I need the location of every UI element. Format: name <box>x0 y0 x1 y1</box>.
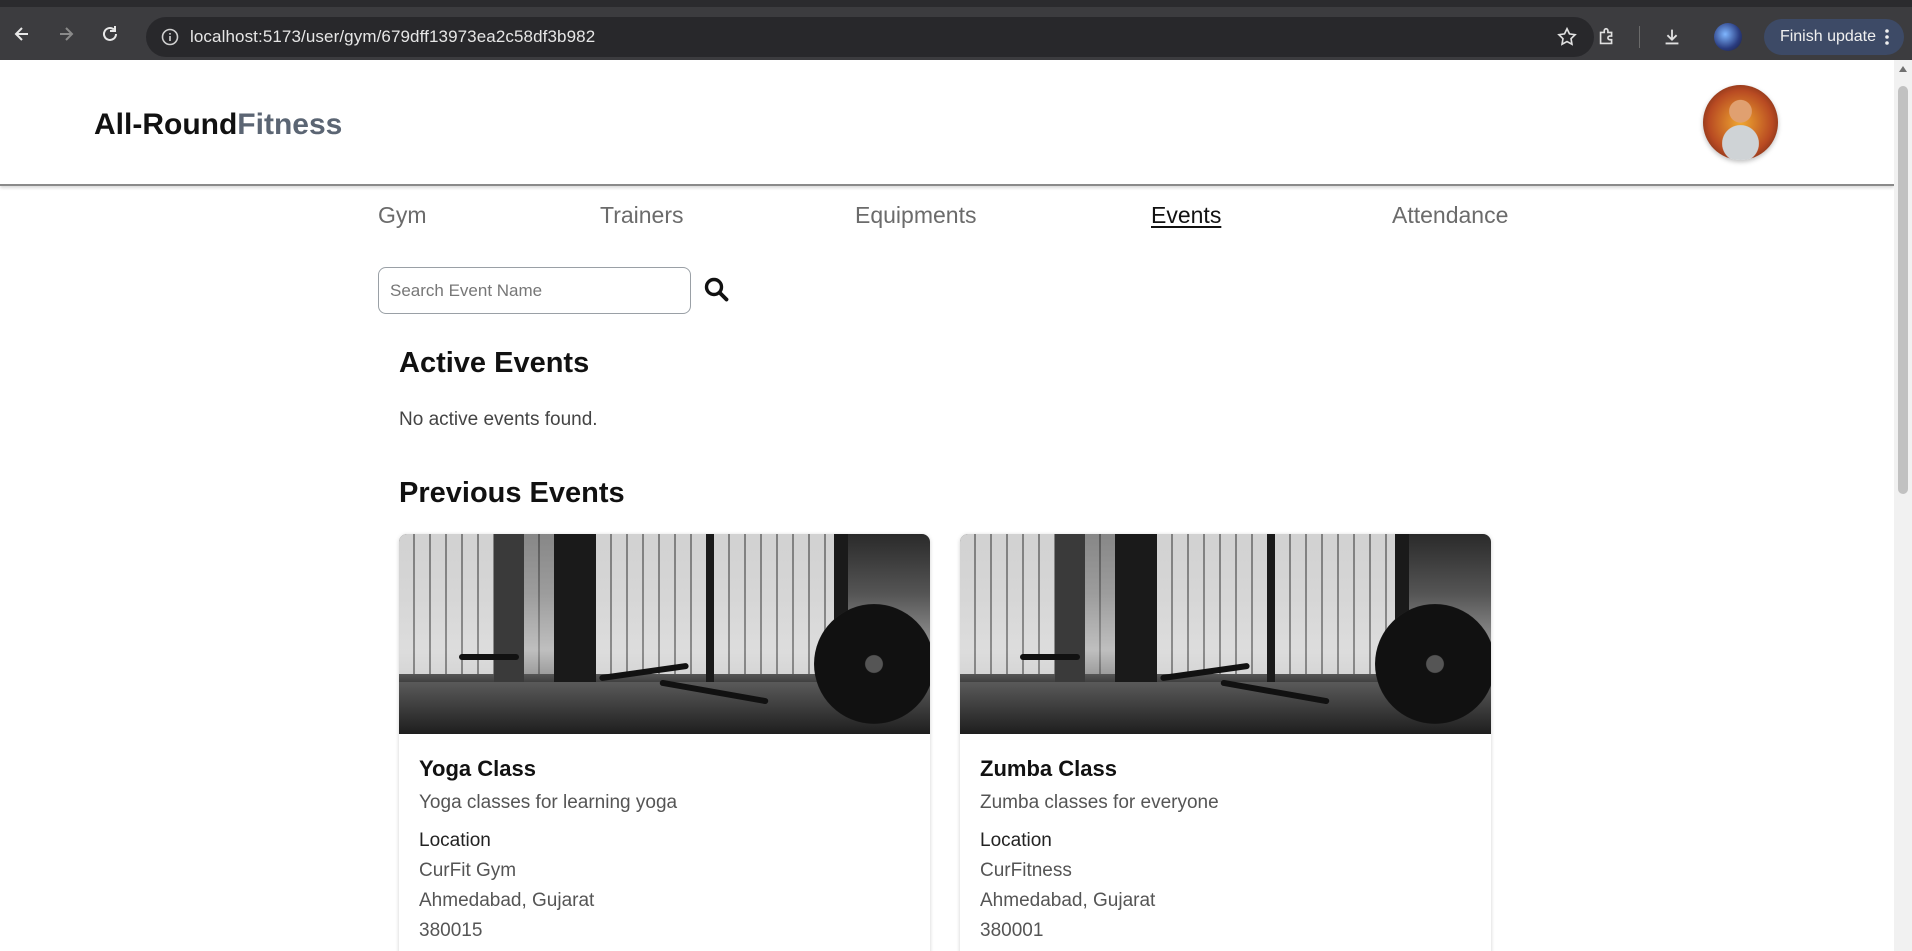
browser-toolbar: localhost:5173/user/gym/679dff13973ea2c5… <box>0 0 1912 60</box>
forward-button[interactable] <box>44 12 88 56</box>
url-host: localhost <box>190 27 258 46</box>
profile-icon[interactable] <box>1700 23 1756 51</box>
tab-gym[interactable]: Gym <box>378 202 427 229</box>
finish-update-label: Finish update <box>1779 28 1876 45</box>
page-scrollbar[interactable] <box>1894 60 1912 951</box>
tab-attendance[interactable]: Attendance <box>1392 202 1508 229</box>
event-image <box>399 534 930 734</box>
logo-main: All-Round <box>94 108 238 141</box>
toolbar-divider <box>1638 26 1640 48</box>
arrow-left-icon <box>14 26 28 41</box>
event-description: Zumba classes for everyone <box>980 792 1219 813</box>
address-bar[interactable]: localhost:5173/user/gym/679dff13973ea2c5… <box>146 17 1594 57</box>
event-pincode: 380001 <box>980 920 1044 941</box>
page: All-RoundFitness Gym Trainers Equipments… <box>0 60 1894 951</box>
back-button[interactable] <box>0 12 44 56</box>
event-location-label: Location <box>980 830 1052 851</box>
event-location-name: CurFit Gym <box>419 860 517 881</box>
search-button[interactable] <box>703 276 731 304</box>
extensions-icon[interactable] <box>1579 26 1635 48</box>
download-icon[interactable] <box>1644 26 1700 48</box>
event-pincode: 380015 <box>419 920 483 941</box>
search-input[interactable] <box>378 267 691 314</box>
tab-equipments[interactable]: Equipments <box>855 202 976 229</box>
event-location-name: CurFitness <box>980 860 1072 881</box>
event-title: Yoga Class <box>419 756 536 781</box>
reload-icon <box>103 25 117 41</box>
site-info-icon[interactable] <box>150 28 190 46</box>
event-card[interactable]: Zumba Class Zumba classes for everyone L… <box>960 534 1491 951</box>
tab-trainers[interactable]: Trainers <box>600 202 684 229</box>
event-card-body: Zumba Class Zumba classes for everyone L… <box>960 734 1491 942</box>
event-card[interactable]: Yoga Class Yoga classes for learning yog… <box>399 534 930 951</box>
event-city: Ahmedabad, Gujarat <box>980 890 1156 911</box>
user-avatar[interactable] <box>1703 85 1778 160</box>
event-location-label: Location <box>419 830 491 851</box>
event-card-body: Yoga Class Yoga classes for learning yog… <box>399 734 930 942</box>
site-header: All-RoundFitness <box>0 60 1894 186</box>
logo-accent: Fitness <box>237 108 343 141</box>
event-title: Zumba Class <box>980 756 1117 781</box>
reload-button[interactable] <box>88 12 132 56</box>
arrow-right-icon <box>60 26 74 41</box>
search-icon <box>704 277 729 302</box>
event-image <box>960 534 1491 734</box>
toolbar-actions: Finish update <box>1579 14 1912 60</box>
more-vert-icon <box>1885 29 1889 45</box>
active-events-empty-message: No active events found. <box>399 409 598 430</box>
finish-update-button[interactable]: Finish update <box>1763 19 1904 55</box>
event-description: Yoga classes for learning yoga <box>419 792 678 813</box>
active-events-title: Active Events <box>399 347 590 379</box>
previous-events-title: Previous Events <box>399 477 625 509</box>
url-path: :5173/user/gym/679dff13973ea2c58df3b982 <box>258 27 596 46</box>
site-logo[interactable]: All-RoundFitness <box>94 108 342 142</box>
bookmark-star-icon[interactable] <box>1556 26 1578 53</box>
tab-events[interactable]: Events <box>1151 202 1221 229</box>
event-city: Ahmedabad, Gujarat <box>419 890 595 911</box>
scroll-up-icon[interactable] <box>1899 66 1907 72</box>
url-text[interactable]: localhost:5173/user/gym/679dff13973ea2c5… <box>190 27 595 47</box>
scrollbar-thumb[interactable] <box>1898 86 1908 494</box>
